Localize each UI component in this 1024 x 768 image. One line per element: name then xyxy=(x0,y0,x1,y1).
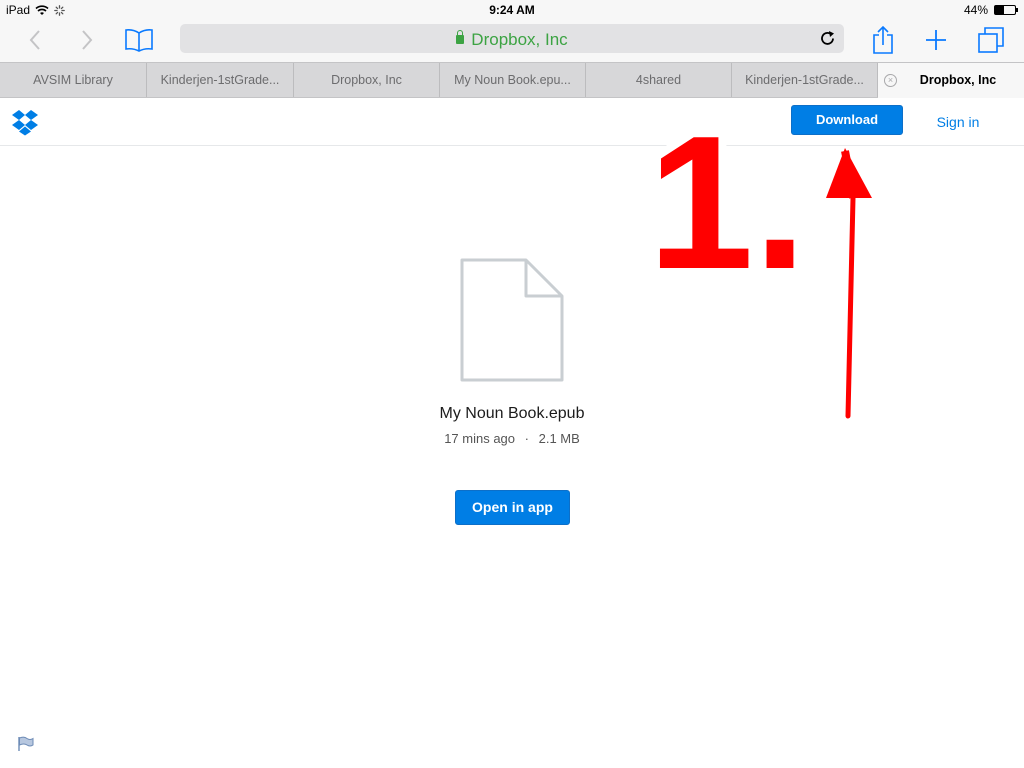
new-tab-icon[interactable] xyxy=(919,24,953,56)
file-modified: 17 mins ago xyxy=(444,431,516,446)
red-arrow-icon xyxy=(826,148,872,419)
file-meta: 17 mins ago · 2.1 MB xyxy=(0,431,1024,446)
tab-label: Kinderjen-1stGrade... xyxy=(745,73,864,87)
dropbox-logo-icon[interactable] xyxy=(11,108,39,136)
share-icon[interactable] xyxy=(866,24,900,56)
battery-icon xyxy=(994,5,1018,15)
status-time: 9:24 AM xyxy=(489,3,535,17)
back-icon[interactable] xyxy=(18,24,52,56)
annotation-number: 1. xyxy=(648,106,806,309)
reload-icon[interactable] xyxy=(818,29,838,49)
tab-kinderjen-1[interactable]: Kinderjen-1stGrade... xyxy=(147,63,294,97)
status-bar: iPad 9:24 AM 44% xyxy=(0,0,1024,20)
tab-label: Kinderjen-1stGrade... xyxy=(160,73,280,87)
tab-label: My Noun Book.epu... xyxy=(454,73,571,87)
tab-label: Dropbox, Inc xyxy=(331,73,402,87)
tab-dropbox-active[interactable]: × Dropbox, Inc xyxy=(878,63,1024,98)
close-tab-icon[interactable]: × xyxy=(884,74,897,87)
tab-label: 4shared xyxy=(635,73,682,87)
url-display: Dropbox, Inc xyxy=(180,30,844,50)
report-flag-icon[interactable] xyxy=(17,736,35,752)
tab-avsim-library[interactable]: AVSIM Library xyxy=(0,63,147,97)
url-bar[interactable]: Dropbox, Inc xyxy=(180,24,844,53)
open-in-app-button[interactable]: Open in app xyxy=(455,490,570,525)
meta-separator: · xyxy=(524,431,529,446)
annotation-overlay: 1. xyxy=(640,106,872,419)
lock-icon xyxy=(456,30,465,44)
tab-my-noun-book[interactable]: My Noun Book.epu... xyxy=(440,63,586,97)
browser-toolbar: Dropbox, Inc xyxy=(0,20,1024,62)
battery-percent: 44% xyxy=(963,3,988,17)
bookmarks-icon[interactable] xyxy=(122,24,156,56)
url-label: Dropbox, Inc xyxy=(471,30,568,49)
sign-in-link[interactable]: Sign in xyxy=(930,114,986,130)
file-size: 2.1 MB xyxy=(538,431,580,446)
tab-strip: AVSIM Library Kinderjen-1stGrade... Drop… xyxy=(0,62,1024,98)
tab-label: Dropbox, Inc xyxy=(919,73,997,87)
tab-label: AVSIM Library xyxy=(33,73,113,87)
tabs-icon[interactable] xyxy=(974,24,1008,56)
annotation-label: 1. xyxy=(640,106,814,317)
tab-kinderjen-2[interactable]: Kinderjen-1stGrade... xyxy=(732,63,878,97)
tab-4shared[interactable]: 4shared xyxy=(586,63,732,97)
forward-icon[interactable] xyxy=(70,24,104,56)
document-icon xyxy=(460,258,564,382)
battery-level xyxy=(995,6,1004,14)
tab-dropbox-1[interactable]: Dropbox, Inc xyxy=(294,63,440,97)
